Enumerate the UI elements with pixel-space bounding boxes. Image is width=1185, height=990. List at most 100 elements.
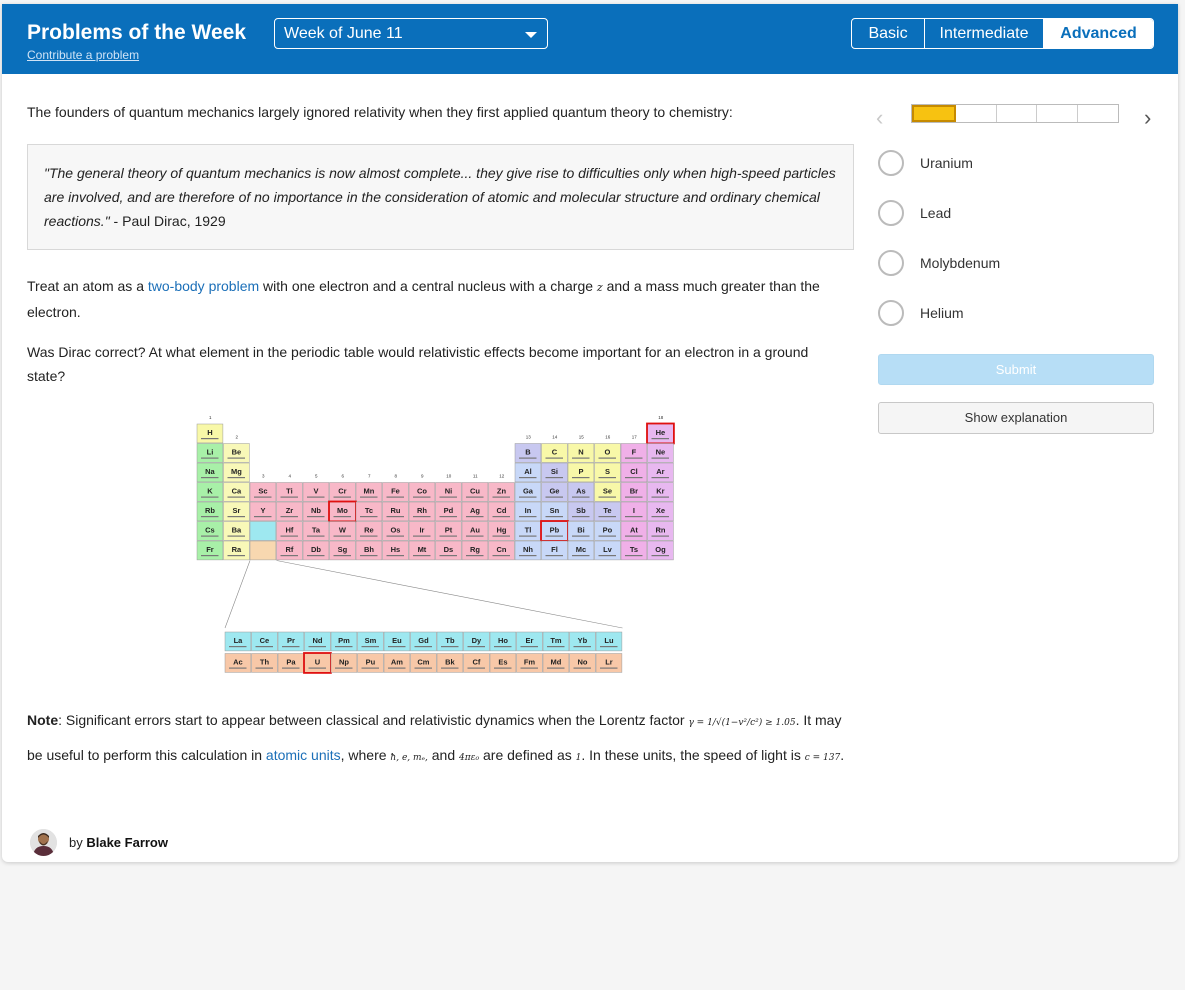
element-symbol: Pr — [287, 636, 295, 645]
tab-advanced[interactable]: Advanced — [1043, 19, 1153, 48]
element-detail-line — [467, 667, 485, 669]
note-text-5: are defined as — [479, 747, 576, 763]
element-symbol: Tc — [365, 506, 373, 515]
group-number: 17 — [632, 435, 638, 440]
element-detail-line — [360, 555, 378, 557]
element-symbol: Cl — [630, 467, 638, 476]
element-detail-line — [439, 516, 457, 518]
option-label: Lead — [920, 205, 952, 221]
element-symbol: Cr — [338, 487, 346, 496]
element-detail-line — [573, 667, 591, 669]
element-symbol: Cs — [205, 526, 215, 535]
element-detail-line — [413, 535, 431, 537]
option-molybdenum[interactable]: Molybdenum — [878, 248, 1000, 278]
element-detail-line — [307, 555, 325, 557]
element-symbol: Y — [260, 506, 265, 515]
element-symbol: Cu — [470, 487, 480, 496]
group-number: 2 — [235, 435, 238, 440]
week-select[interactable]: Week of June 11 — [274, 18, 548, 49]
element-symbol: Mc — [576, 545, 586, 554]
element-symbol: He — [656, 428, 666, 437]
element-symbol: B — [525, 448, 531, 457]
element-detail-line — [441, 646, 459, 648]
element-detail-line — [651, 438, 669, 440]
next-question-icon[interactable]: › — [1144, 105, 1151, 131]
element-symbol: P — [578, 467, 583, 476]
element-symbol: Cn — [496, 545, 506, 554]
element-detail-line — [545, 457, 563, 459]
element-symbol: Bk — [445, 658, 455, 667]
element-symbol: Na — [205, 467, 215, 476]
element-symbol: No — [577, 658, 587, 667]
level-tabs: Basic Intermediate Advanced — [851, 18, 1154, 49]
tab-intermediate[interactable]: Intermediate — [924, 19, 1043, 48]
note-text-6: . In these units, the speed of light is — [581, 747, 805, 763]
author-name[interactable]: Blake Farrow — [86, 835, 168, 850]
element-symbol: Al — [524, 467, 532, 476]
element-symbol: Bh — [364, 545, 374, 554]
avatar[interactable] — [30, 829, 57, 856]
radio-button[interactable] — [878, 200, 904, 226]
element-symbol: Ti — [286, 487, 293, 496]
option-lead[interactable]: Lead — [878, 198, 951, 228]
element-detail-line — [201, 457, 219, 459]
dirac-quote: "The general theory of quantum mechanics… — [27, 144, 854, 250]
element-cell — [249, 540, 277, 561]
element-symbol: Tb — [445, 636, 455, 645]
element-symbol: Np — [339, 658, 349, 667]
element-symbol: W — [339, 526, 347, 535]
element-detail-line — [335, 667, 353, 669]
note-label: Note — [27, 712, 59, 728]
option-helium[interactable]: Helium — [878, 298, 964, 328]
element-detail-line — [255, 646, 273, 648]
element-symbol: Og — [655, 545, 666, 554]
element-detail-line — [201, 496, 219, 498]
element-detail-line — [545, 535, 563, 537]
element-symbol: Sm — [365, 636, 377, 645]
group-number: 9 — [421, 474, 424, 479]
element-symbol: Rg — [470, 545, 480, 554]
show-explanation-button[interactable]: Show explanation — [878, 402, 1154, 434]
radio-button[interactable] — [878, 150, 904, 176]
element-detail-line — [547, 646, 565, 648]
tab-basic[interactable]: Basic — [852, 19, 924, 48]
element-symbol: Sc — [258, 487, 267, 496]
element-detail-line — [625, 516, 643, 518]
element-symbol: Os — [390, 526, 400, 535]
prev-question-icon[interactable]: ‹ — [876, 105, 883, 131]
element-detail-line — [519, 457, 537, 459]
element-detail-line — [227, 457, 245, 459]
note-paragraph: Note: Significant errors start to appear… — [27, 704, 857, 774]
element-detail-line — [388, 646, 406, 648]
element-symbol: Ne — [656, 448, 666, 457]
element-symbol: Pt — [445, 526, 453, 535]
element-detail-line — [439, 555, 457, 557]
submit-button[interactable]: Submit — [878, 354, 1154, 385]
element-symbol: Sb — [576, 506, 586, 515]
element-detail-line — [413, 496, 431, 498]
contribute-link[interactable]: Contribute a problem — [27, 48, 139, 62]
element-detail-line — [333, 516, 351, 518]
element-detail-line — [333, 555, 351, 557]
group-number: 3 — [262, 474, 265, 479]
two-body-problem-link[interactable]: two-body problem — [148, 278, 259, 294]
option-uranium[interactable]: Uranium — [878, 148, 973, 178]
element-symbol: In — [525, 506, 532, 515]
group-number: 11 — [473, 474, 478, 479]
periodic-table-image: H He Li Be B C N O F Ne Na Mg Al Si P S Cl Ar K Ca Sc Ti V Cr Mn… — [196, 415, 675, 674]
radio-button[interactable] — [878, 300, 904, 326]
connector-line — [224, 560, 251, 629]
element-detail-line — [360, 496, 378, 498]
element-detail-line — [282, 646, 300, 648]
element-symbol: Pa — [286, 658, 296, 667]
element-detail-line — [201, 535, 219, 537]
element-detail-line — [201, 516, 219, 518]
element-detail-line — [519, 516, 537, 518]
quiz-progress — [911, 104, 1119, 123]
element-symbol: Ru — [390, 506, 400, 515]
note-text: : Significant errors start to appear bet… — [58, 712, 689, 728]
element-detail-line — [651, 555, 669, 557]
element-detail-line — [519, 477, 537, 479]
atomic-units-link[interactable]: atomic units — [266, 747, 341, 763]
radio-button[interactable] — [878, 250, 904, 276]
